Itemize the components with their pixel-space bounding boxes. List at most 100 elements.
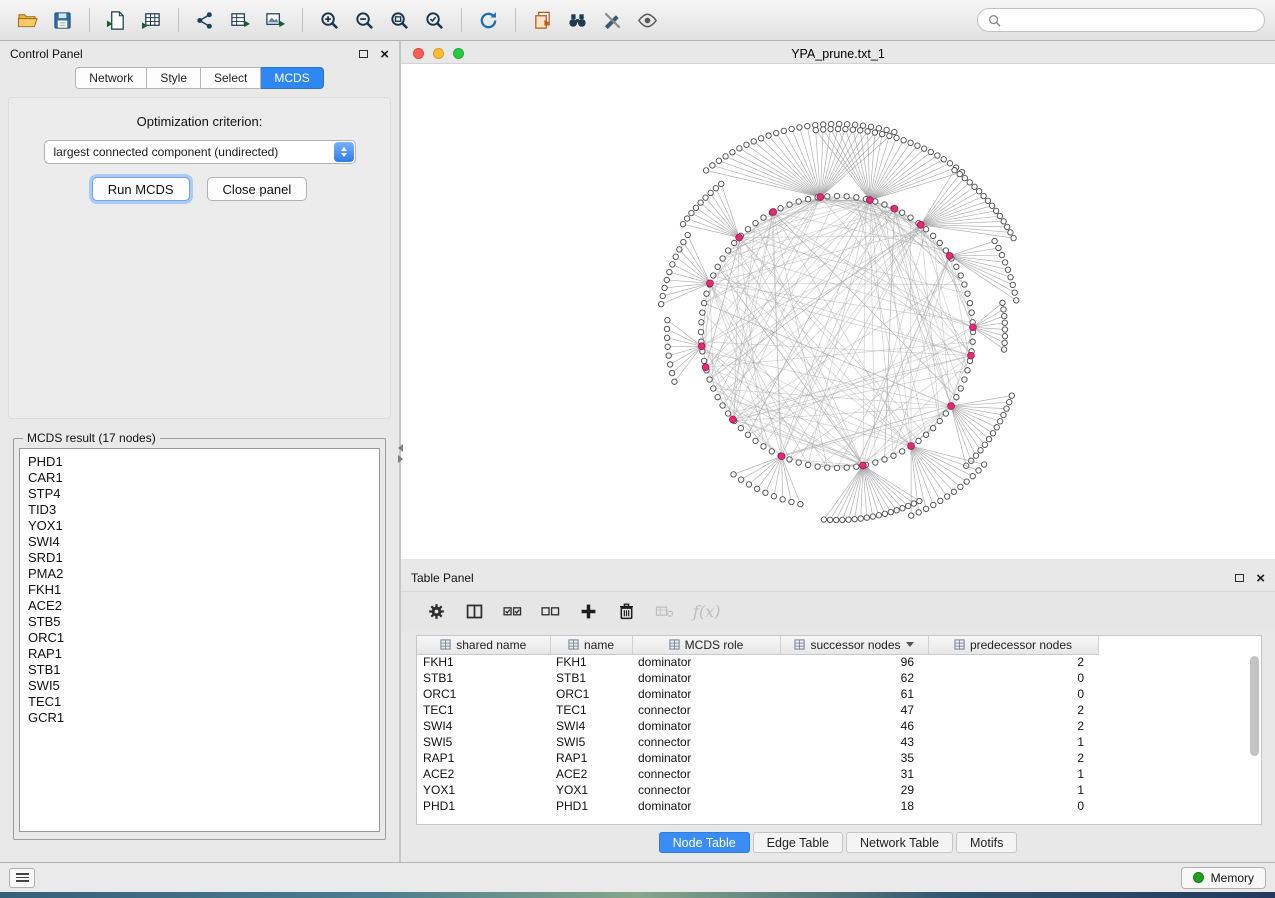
optimization-select[interactable]: largest connected component (undirected): [44, 140, 356, 164]
close-panel-button[interactable]: Close panel: [207, 177, 308, 201]
result-item[interactable]: YOX1: [20, 518, 379, 534]
refresh-button[interactable]: [471, 5, 506, 35]
control-tab[interactable]: Network: [75, 67, 147, 89]
table-tab[interactable]: Node Table: [659, 832, 750, 853]
add-plus-button[interactable]: [579, 602, 598, 621]
import-network-icon: [106, 10, 127, 31]
table-row[interactable]: YOX1 YOX1 connector 29 1: [417, 782, 1098, 798]
column-header[interactable]: predecessor nodes: [928, 636, 1098, 654]
cell-predecessor-nodes: 1: [928, 734, 1098, 750]
uncheck-pair-icon: [541, 602, 560, 621]
table-row[interactable]: ORC1 ORC1 dominator 61 0: [417, 686, 1098, 702]
control-tab[interactable]: Style: [147, 67, 201, 89]
window-zoom-button[interactable]: [453, 48, 464, 59]
scrollbar-thumb[interactable]: [1250, 656, 1259, 756]
uncheck-pair-button[interactable]: [541, 602, 560, 621]
export-table-button[interactable]: [223, 5, 258, 35]
column-header[interactable]: shared name: [417, 636, 550, 654]
window-close-button[interactable]: [413, 48, 424, 59]
result-item[interactable]: CAR1: [20, 470, 379, 486]
result-item[interactable]: SWI4: [20, 534, 379, 550]
result-item[interactable]: SWI5: [20, 678, 379, 694]
close-icon[interactable]: ×: [380, 47, 389, 62]
result-item[interactable]: ORC1: [20, 630, 379, 646]
style-slash-button[interactable]: [595, 5, 630, 35]
cell-mcds-role: connector: [632, 782, 780, 798]
check-pair-button[interactable]: [503, 602, 522, 621]
cell-name: RAP1: [550, 750, 632, 766]
float-icon[interactable]: [359, 50, 368, 58]
table-tab[interactable]: Motifs: [956, 832, 1017, 853]
window-minimize-button[interactable]: [433, 48, 444, 59]
table-scrollbar[interactable]: [1250, 656, 1259, 821]
result-item[interactable]: PMA2: [20, 566, 379, 582]
gear-button[interactable]: [427, 602, 446, 621]
result-item[interactable]: STB5: [20, 614, 379, 630]
network-share-button[interactable]: [188, 5, 223, 35]
zoom-out-button[interactable]: [347, 5, 382, 35]
trash-button[interactable]: [617, 602, 636, 621]
result-item[interactable]: TEC1: [20, 694, 379, 710]
cell-name: ACE2: [550, 766, 632, 782]
cell-successor-nodes: 47: [780, 702, 928, 718]
run-mcds-button[interactable]: Run MCDS: [92, 177, 190, 201]
split-columns-button[interactable]: [465, 602, 484, 621]
toolbar-divider: [302, 8, 303, 32]
network-graph[interactable]: [401, 64, 1273, 560]
eye-button[interactable]: [630, 5, 665, 35]
table-row[interactable]: TEC1 TEC1 connector 47 2: [417, 702, 1098, 718]
binoculars-button[interactable]: [560, 5, 595, 35]
copy-document-button[interactable]: [525, 5, 560, 35]
control-tab[interactable]: Select: [201, 67, 261, 89]
result-item[interactable]: FKH1: [20, 582, 379, 598]
zoom-fit-button[interactable]: [382, 5, 417, 35]
result-item[interactable]: ACE2: [20, 598, 379, 614]
cell-shared-name: SWI5: [417, 734, 550, 750]
open-folder-button[interactable]: [10, 5, 45, 35]
float-icon[interactable]: [1235, 574, 1244, 582]
search-icon: [988, 14, 1001, 27]
add-plus-icon: [579, 602, 598, 621]
result-item[interactable]: STP4: [20, 486, 379, 502]
table-row[interactable]: ACE2 ACE2 connector 31 1: [417, 766, 1098, 782]
result-item[interactable]: RAP1: [20, 646, 379, 662]
result-item[interactable]: STB1: [20, 662, 379, 678]
memory-button[interactable]: Memory: [1181, 867, 1266, 889]
table-row[interactable]: STB1 STB1 dominator 62 0: [417, 670, 1098, 686]
zoom-in-button[interactable]: [312, 5, 347, 35]
gear-icon: [427, 602, 446, 621]
control-panel-header: Control Panel ×: [0, 41, 399, 67]
save-button[interactable]: [45, 5, 80, 35]
control-tab[interactable]: MCDS: [261, 67, 323, 89]
zoom-fit-icon: [389, 10, 410, 31]
import-network-button[interactable]: [99, 5, 134, 35]
search-box[interactable]: [977, 8, 1265, 32]
result-item[interactable]: GCR1: [20, 710, 379, 726]
result-item[interactable]: SRD1: [20, 550, 379, 566]
column-label: successor nodes: [810, 638, 900, 652]
export-image-button[interactable]: [258, 5, 293, 35]
column-header[interactable]: MCDS role: [632, 636, 780, 654]
table-tab[interactable]: Edge Table: [753, 832, 843, 853]
table-row[interactable]: PHD1 PHD1 dominator 18 0: [417, 798, 1098, 814]
table-row[interactable]: RAP1 RAP1 dominator 35 2: [417, 750, 1098, 766]
table-row[interactable]: SWI5 SWI5 connector 43 1: [417, 734, 1098, 750]
table-tab[interactable]: Network Table: [846, 832, 953, 853]
fx-button: f(x): [693, 602, 720, 621]
zoom-check-button[interactable]: [417, 5, 452, 35]
panel-menu-button[interactable]: [9, 868, 35, 888]
optimization-select-value: largest connected component (undirected): [54, 145, 279, 159]
import-table-button[interactable]: [134, 5, 169, 35]
column-header[interactable]: name: [550, 636, 632, 654]
close-icon[interactable]: ×: [1256, 571, 1265, 586]
expand-right-icon: [398, 455, 403, 463]
cell-predecessor-nodes: 1: [928, 782, 1098, 798]
search-input[interactable]: [1007, 13, 1254, 27]
table-row[interactable]: FKH1 FKH1 dominator 96 2: [417, 654, 1098, 670]
result-item[interactable]: TID3: [20, 502, 379, 518]
column-header[interactable]: successor nodes: [780, 636, 928, 654]
panel-splitter[interactable]: [396, 439, 405, 467]
cell-mcds-role: connector: [632, 766, 780, 782]
result-item[interactable]: PHD1: [20, 454, 379, 470]
table-row[interactable]: SWI4 SWI4 dominator 46 2: [417, 718, 1098, 734]
